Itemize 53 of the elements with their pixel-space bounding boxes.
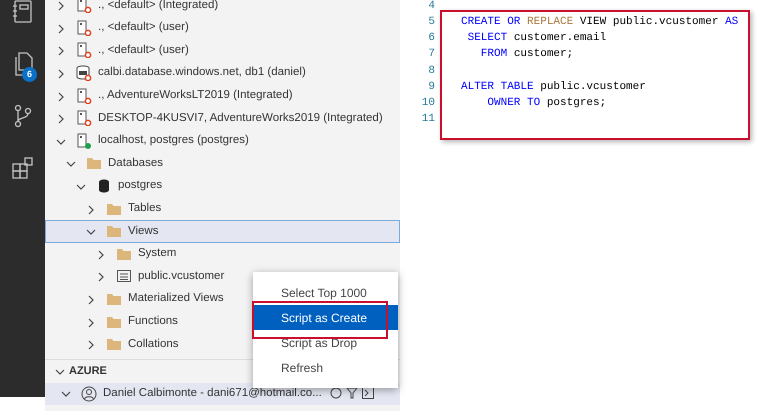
table-view-icon (116, 268, 132, 284)
folder-icon (106, 291, 122, 308)
code-token: FROM (480, 47, 508, 62)
code-token: VIEW public.vcustomer (578, 15, 718, 30)
notebook-icon[interactable] (12, 0, 34, 24)
tree-item-label[interactable]: DESKTOP-4KUSVI7, AdventureWorks2019 (Integrated) (98, 110, 383, 127)
code-token: customer; (512, 47, 574, 62)
tree-item-label[interactable]: ., AdventureWorksLT2019 (Integrated) (98, 87, 293, 104)
menu-item[interactable]: Script as Create (253, 305, 398, 330)
menu-item[interactable]: Select Top 1000 (253, 280, 398, 305)
code-token: OWNER TO (486, 96, 540, 111)
line-number: 8 (427, 64, 435, 79)
folder-icon (106, 336, 122, 352)
person-icon (81, 386, 97, 402)
branch-icon[interactable] (12, 104, 32, 128)
folder-icon (106, 223, 122, 240)
code-token: public.vcustomer (539, 80, 646, 95)
tree-item-label[interactable]: postgres (118, 177, 162, 195)
extensions-icon[interactable] (12, 157, 34, 179)
code-token: SELECT (466, 31, 508, 46)
line-number: 6 (427, 31, 435, 46)
line-number: 4 (427, 0, 435, 14)
code-token: postgres; (546, 96, 606, 111)
code-token: CREATE OR (461, 15, 520, 30)
account-label: Daniel Calbimonte - dani671@hotmail.co... (103, 386, 322, 401)
tree-item-label[interactable]: ., <default> (user) (98, 19, 189, 37)
tree-item-label[interactable]: Functions (128, 312, 178, 330)
code-token: customer.email (512, 31, 606, 46)
tree-item-label[interactable]: calbi.database.windows.net, db1 (daniel) (98, 64, 306, 82)
tree-item-label[interactable]: ., <default> (user) (98, 42, 189, 60)
code-token: AS (724, 15, 738, 30)
line-number: 7 (427, 47, 435, 62)
tree-item-label[interactable]: localhost, postgres (postgres) (98, 132, 249, 150)
tree-item-highlight[interactable]: Views (45, 220, 400, 243)
code-token: REPLACE (526, 15, 574, 30)
count-badge: 6 (22, 67, 37, 82)
tree-item-label[interactable]: Collations (128, 336, 178, 353)
line-number: 5 (427, 15, 435, 30)
folder-icon (86, 155, 102, 172)
line-number: 9 (427, 80, 435, 95)
database-icon (96, 178, 112, 194)
tree-item-label[interactable]: Databases (108, 154, 163, 172)
code-token: ALTER TABLE (461, 80, 534, 95)
tree-item-label[interactable]: public.vcustomer (138, 268, 224, 286)
menu-item[interactable]: Refresh (253, 355, 398, 380)
line-number: 10 (420, 96, 435, 111)
tree-item-label[interactable]: Views (128, 222, 158, 240)
menu-item[interactable]: Script as Drop (253, 330, 398, 355)
line-number: 11 (420, 112, 435, 128)
tree-item-label[interactable]: Materialized Views (128, 290, 224, 308)
tree-item-label[interactable]: Tables (128, 200, 162, 218)
section-header[interactable]: AZURE (69, 362, 107, 380)
tree-item-label[interactable]: System (138, 245, 176, 262)
